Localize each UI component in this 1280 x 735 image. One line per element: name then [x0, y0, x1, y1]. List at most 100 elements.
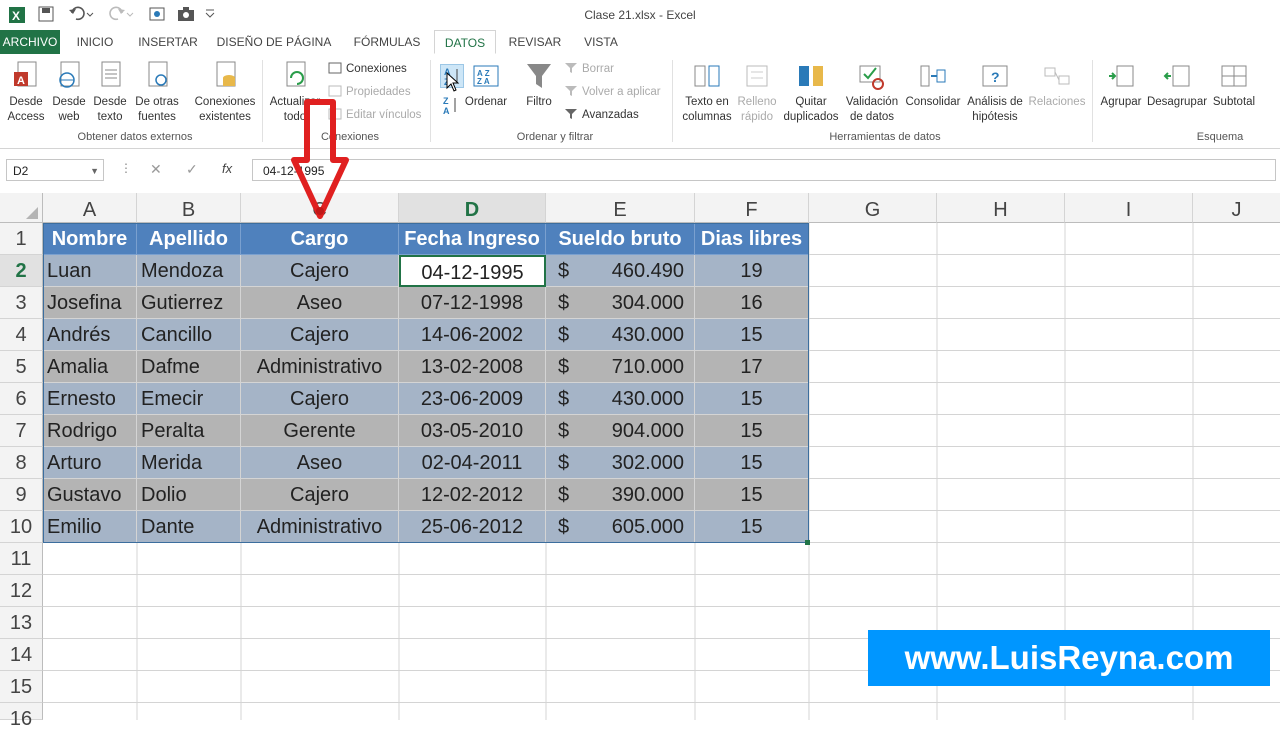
column-header-j[interactable]: J — [1193, 193, 1280, 223]
table-cell-currency[interactable]: $605.000 — [546, 511, 695, 543]
row-header[interactable]: 14 — [0, 639, 43, 671]
avanzadas-button[interactable]: Avanzadas — [564, 106, 639, 124]
table-cell[interactable]: Ernesto — [43, 383, 137, 415]
row-header[interactable]: 2 — [0, 255, 43, 287]
table-cell[interactable]: Rodrigo — [43, 415, 137, 447]
row-header[interactable]: 13 — [0, 607, 43, 639]
row-header[interactable]: 11 — [0, 543, 43, 575]
table-cell[interactable]: 15 — [695, 415, 809, 447]
table-header-dias-libres[interactable]: Dias libres — [695, 223, 809, 255]
borrar-button[interactable]: Borrar — [564, 60, 614, 78]
table-cell-currency[interactable]: $390.000 — [546, 479, 695, 511]
active-cell-d2[interactable]: 04-12-1995 — [399, 255, 546, 287]
cancel-icon[interactable]: ✕ — [150, 161, 162, 178]
table-cell[interactable]: 15 — [695, 447, 809, 479]
table-cell[interactable]: 12-02-2012 — [399, 479, 546, 511]
ordenar-button[interactable]: A ZZ A Ordenar — [462, 60, 510, 110]
table-cell-currency[interactable]: $430.000 — [546, 383, 695, 415]
table-cell[interactable]: Dolio — [137, 479, 241, 511]
row-header[interactable]: 4 — [0, 319, 43, 351]
column-header-b[interactable]: B — [137, 193, 241, 223]
table-cell[interactable]: Emilio — [43, 511, 137, 543]
column-header-g[interactable]: G — [809, 193, 937, 223]
tab-datos[interactable]: DATOS — [434, 30, 496, 54]
table-cell[interactable]: 03-05-2010 — [399, 415, 546, 447]
table-header-apellido[interactable]: Apellido — [137, 223, 241, 255]
row-header[interactable]: 12 — [0, 575, 43, 607]
table-cell-currency[interactable]: $304.000 — [546, 287, 695, 319]
de-otras-fuentes-button[interactable]: De otras fuentes — [130, 60, 184, 125]
tab-inicio[interactable]: INICIO — [64, 30, 126, 54]
table-header-nombre[interactable]: Nombre — [43, 223, 137, 255]
formula-input[interactable]: 04-12-1995 — [252, 159, 1276, 181]
table-cell[interactable]: Cajero — [241, 383, 399, 415]
row-header[interactable]: 15 — [0, 671, 43, 703]
table-cell[interactable]: 15 — [695, 479, 809, 511]
tab-vista[interactable]: VISTA — [572, 30, 630, 54]
relleno-rapido-button[interactable]: Relleno rápido — [734, 60, 780, 125]
subtotal-button[interactable]: Subtotal — [1208, 60, 1260, 110]
column-header-a[interactable]: A — [43, 193, 137, 223]
table-cell-currency[interactable]: $904.000 — [546, 415, 695, 447]
table-cell[interactable]: Peralta — [137, 415, 241, 447]
filtro-button[interactable]: Filtro — [516, 60, 562, 110]
column-header-f[interactable]: F — [695, 193, 809, 223]
table-cell-currency[interactable]: $460.490 — [546, 255, 695, 287]
validacion-de-datos-button[interactable]: Validación de datos — [842, 60, 902, 125]
table-cell[interactable]: Merida — [137, 447, 241, 479]
table-cell[interactable]: Gerente — [241, 415, 399, 447]
table-cell[interactable]: 17 — [695, 351, 809, 383]
select-all-corner[interactable] — [0, 193, 43, 223]
analisis-de-hipotesis-button[interactable]: ? Análisis de hipótesis — [964, 60, 1026, 125]
row-header[interactable]: 7 — [0, 415, 43, 447]
desde-access-button[interactable]: A Desde Access — [2, 60, 50, 125]
table-cell[interactable]: Aseo — [241, 447, 399, 479]
column-header-d[interactable]: D — [399, 193, 546, 223]
table-cell[interactable]: 16 — [695, 287, 809, 319]
column-header-e[interactable]: E — [546, 193, 695, 223]
agrupar-button[interactable]: Agrupar — [1096, 60, 1146, 110]
texto-en-columnas-button[interactable]: Texto en columnas — [678, 60, 736, 125]
enter-icon[interactable]: ✓ — [186, 161, 198, 178]
relaciones-button[interactable]: Relaciones — [1026, 60, 1088, 110]
table-cell[interactable]: Emecir — [137, 383, 241, 415]
table-cell[interactable]: 13-02-2008 — [399, 351, 546, 383]
table-cell[interactable]: 15 — [695, 319, 809, 351]
conexiones-existentes-button[interactable]: Conexiones existentes — [192, 60, 258, 125]
table-cell[interactable]: Gustavo — [43, 479, 137, 511]
table-cell[interactable]: 14-06-2002 — [399, 319, 546, 351]
row-header[interactable]: 16 — [0, 703, 43, 730]
table-cell[interactable]: Gutierrez — [137, 287, 241, 319]
chevron-down-icon[interactable]: ▼ — [90, 160, 99, 182]
column-header-h[interactable]: H — [937, 193, 1065, 223]
desde-web-button[interactable]: Desde web — [48, 60, 90, 125]
table-cell[interactable]: 23-06-2009 — [399, 383, 546, 415]
table-cell-currency[interactable]: $302.000 — [546, 447, 695, 479]
quitar-duplicados-button[interactable]: Quitar duplicados — [780, 60, 842, 125]
table-cell[interactable]: Cajero — [241, 255, 399, 287]
table-cell-currency[interactable]: $710.000 — [546, 351, 695, 383]
table-cell[interactable]: Cancillo — [137, 319, 241, 351]
table-cell[interactable]: 19 — [695, 255, 809, 287]
table-header-sueldo-bruto[interactable]: Sueldo bruto — [546, 223, 695, 255]
table-cell[interactable]: Cajero — [241, 319, 399, 351]
table-cell[interactable]: 02-04-2011 — [399, 447, 546, 479]
consolidar-button[interactable]: Consolidar — [902, 60, 964, 110]
table-cell[interactable]: 15 — [695, 383, 809, 415]
tab-formulas[interactable]: FÓRMULAS — [342, 30, 432, 54]
table-cell-currency[interactable]: $430.000 — [546, 319, 695, 351]
row-header[interactable]: 1 — [0, 223, 43, 255]
conexiones-button[interactable]: Conexiones — [328, 60, 407, 78]
table-cell[interactable]: Josefina — [43, 287, 137, 319]
row-header[interactable]: 5 — [0, 351, 43, 383]
table-cell[interactable]: Aseo — [241, 287, 399, 319]
name-box[interactable]: D2 ▼ — [6, 159, 104, 181]
row-header[interactable]: 3 — [0, 287, 43, 319]
table-cell[interactable]: 15 — [695, 511, 809, 543]
table-cell[interactable]: Cajero — [241, 479, 399, 511]
tab-diseno-de-pagina[interactable]: DISEÑO DE PÁGINA — [210, 30, 338, 54]
table-cell[interactable]: Andrés — [43, 319, 137, 351]
table-cell[interactable]: 25-06-2012 — [399, 511, 546, 543]
sort-za-button[interactable]: ZA — [442, 94, 460, 116]
desde-texto-button[interactable]: Desde texto — [90, 60, 130, 125]
